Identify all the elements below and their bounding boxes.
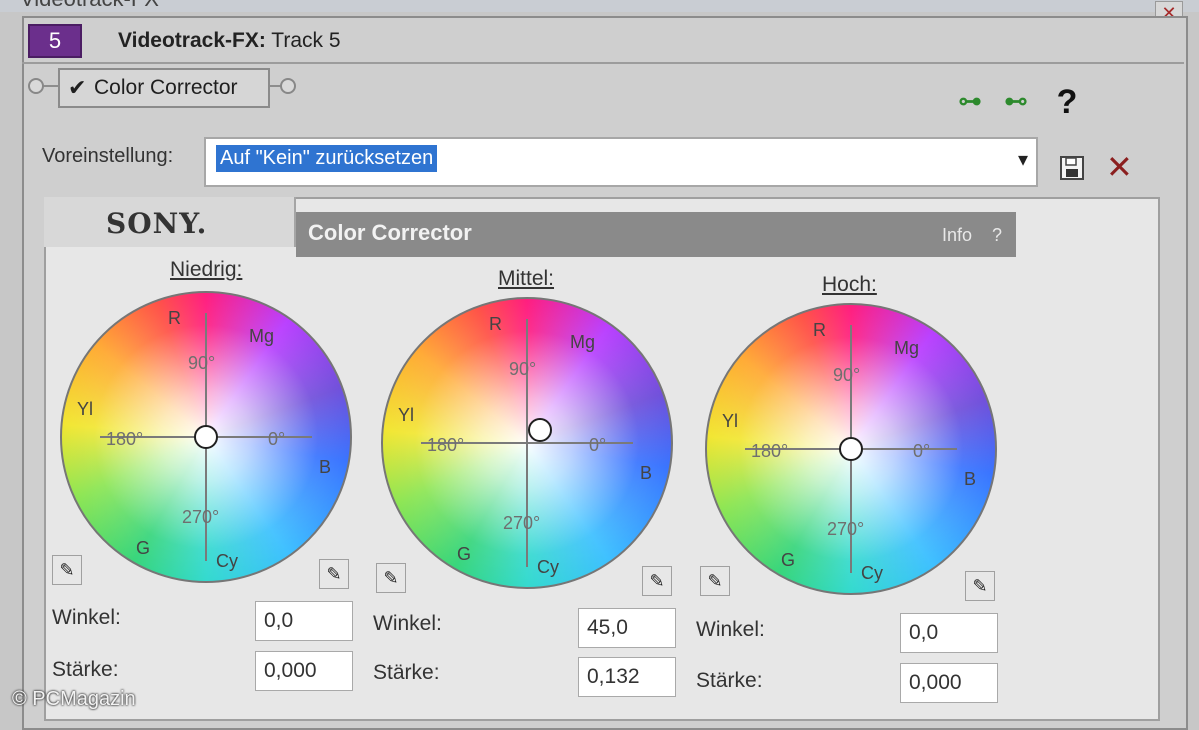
wheel-handle[interactable] bbox=[528, 417, 553, 442]
eyedropper-left-low[interactable]: ✎ bbox=[52, 555, 82, 585]
wheel-label-90: 90° bbox=[188, 353, 216, 373]
angle-label-low: Winkel: bbox=[52, 606, 121, 629]
eyedropper-left-mid[interactable]: ✎ bbox=[376, 563, 406, 593]
wheel-label-red: R bbox=[813, 320, 826, 340]
eyedropper-right-low[interactable]: ✎ bbox=[319, 559, 349, 589]
strength-label-mid: Stärke: bbox=[373, 661, 440, 684]
color-wheel-low[interactable]: R Mg Yl B G Cy 90° 180° 0° 270° bbox=[60, 291, 352, 583]
strength-input-low[interactable]: 0,000 bbox=[255, 651, 353, 691]
wheel-label-90: 90° bbox=[509, 359, 537, 379]
wheel-label-cyan: Cy bbox=[861, 563, 883, 583]
wheel-label-magenta: Mg bbox=[570, 332, 596, 352]
wheel-label-180: 180° bbox=[427, 435, 465, 455]
header-divider bbox=[22, 62, 1184, 64]
angle-input-low[interactable]: 0,0 bbox=[255, 601, 353, 641]
eyedropper-left-high[interactable]: ✎ bbox=[700, 566, 730, 596]
strength-label-low: Stärke: bbox=[52, 658, 119, 681]
wheel-title-high: Hoch: bbox=[822, 273, 877, 296]
info-link[interactable]: Info bbox=[942, 225, 972, 246]
angle-label-mid: Winkel: bbox=[373, 612, 442, 635]
strength-input-high[interactable]: 0,000 bbox=[900, 663, 998, 703]
save-icon[interactable] bbox=[1058, 154, 1086, 182]
wheel-label-0: 0° bbox=[589, 435, 607, 455]
wheel-label-270: 270° bbox=[503, 513, 541, 533]
preset-dropdown[interactable]: Auf "Kein" zurücksetzen ▾ bbox=[204, 137, 1038, 187]
preset-label: Voreinstellung: bbox=[42, 145, 174, 167]
plugin-chain-label: Color Corrector bbox=[94, 76, 238, 99]
window-title: Videotrack-FX bbox=[20, 0, 159, 12]
color-wheel-high[interactable]: R Mg Yl B G Cy 90° 180° 0° 270° bbox=[705, 303, 997, 595]
wheel-label-green: G bbox=[136, 538, 151, 558]
chain-end-node bbox=[280, 78, 296, 94]
wheel-label-green: G bbox=[457, 544, 472, 564]
plugin-title: Color Corrector bbox=[308, 220, 472, 245]
color-wheel-mid[interactable]: R Mg Yl B G Cy 90° 180° 0° 270° bbox=[381, 297, 673, 589]
strength-label-high: Stärke: bbox=[696, 669, 763, 692]
track-title-name: Track 5 bbox=[265, 29, 341, 52]
wheel-label-blue: B bbox=[319, 457, 332, 477]
wheel-label-270: 270° bbox=[182, 507, 220, 527]
remove-plugin-icon[interactable]: ⊷ bbox=[1000, 86, 1032, 118]
wheel-label-270: 270° bbox=[827, 519, 865, 539]
wheel-handle[interactable] bbox=[194, 425, 218, 449]
wheel-label-yellow: Yl bbox=[77, 399, 94, 419]
watermark: © PCMagazin bbox=[12, 688, 136, 710]
wheel-label-yellow: Yl bbox=[722, 411, 739, 431]
brand-box: SONY. bbox=[44, 197, 296, 247]
track-title-prefix: Videotrack-FX: bbox=[118, 29, 266, 52]
chevron-down-icon[interactable]: ▾ bbox=[1018, 147, 1028, 172]
help-icon[interactable]: ? bbox=[1051, 85, 1083, 119]
plugin-chain-icon[interactable]: ⊶ bbox=[954, 86, 986, 118]
wheel-label-180: 180° bbox=[106, 429, 144, 449]
wheel-label-magenta: Mg bbox=[894, 338, 920, 358]
strength-input-mid[interactable]: 0,132 bbox=[578, 657, 676, 697]
wheel-label-blue: B bbox=[640, 463, 653, 483]
wheel-label-0: 0° bbox=[913, 441, 931, 461]
window-title-bar bbox=[0, 0, 1199, 12]
wheel-label-cyan: Cy bbox=[216, 551, 238, 571]
track-number-chip: 5 bbox=[28, 24, 82, 58]
wheel-label-red: R bbox=[168, 308, 181, 328]
eyedropper-right-mid[interactable]: ✎ bbox=[642, 566, 672, 596]
wheel-label-cyan: Cy bbox=[537, 557, 559, 577]
wheel-title-mid: Mittel: bbox=[498, 267, 555, 290]
wheel-label-180: 180° bbox=[751, 441, 789, 461]
preset-value: Auf "Kein" zurücksetzen bbox=[216, 145, 438, 172]
plugin-title-bar: Color Corrector Info ? bbox=[296, 212, 1016, 257]
wheel-label-0: 0° bbox=[268, 429, 286, 449]
plugin-enabled-checkbox[interactable]: ✔ bbox=[68, 70, 86, 106]
wheel-label-90: 90° bbox=[833, 365, 861, 385]
chain-start-node bbox=[28, 78, 44, 94]
angle-input-high[interactable]: 0,0 bbox=[900, 613, 998, 653]
wheel-handle[interactable] bbox=[839, 437, 863, 461]
delete-preset-icon[interactable]: ✕ bbox=[1106, 151, 1136, 183]
eyedropper-right-high[interactable]: ✎ bbox=[965, 571, 995, 601]
sony-logo: SONY. bbox=[106, 207, 208, 240]
wheel-title-low: Niedrig: bbox=[170, 258, 243, 281]
plugin-chain-item[interactable]: ✔ Color Corrector bbox=[58, 68, 270, 108]
wheel-label-yellow: Yl bbox=[398, 405, 415, 425]
wheel-label-magenta: Mg bbox=[249, 326, 275, 346]
info-help-link[interactable]: ? bbox=[992, 225, 1002, 246]
wheel-label-blue: B bbox=[964, 469, 977, 489]
track-title: Videotrack-FX: Track 5 bbox=[118, 29, 341, 53]
angle-label-high: Winkel: bbox=[696, 618, 765, 641]
wheel-label-red: R bbox=[489, 314, 502, 334]
wheel-label-green: G bbox=[781, 550, 796, 570]
angle-input-mid[interactable]: 45,0 bbox=[578, 608, 676, 648]
